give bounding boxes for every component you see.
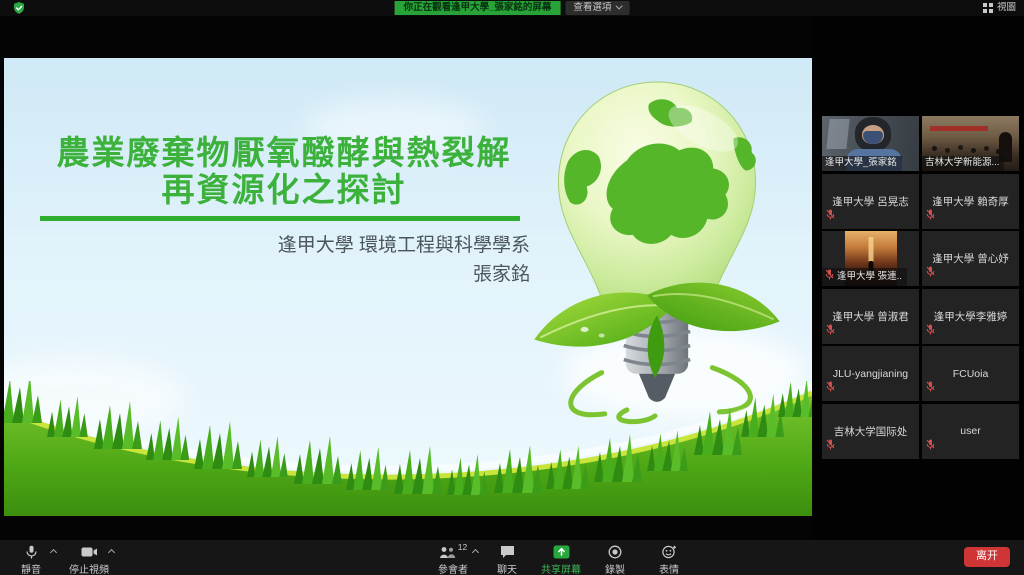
mute-button[interactable]: 靜音 — [10, 544, 52, 575]
meeting-toolbar: 靜音 停止視頻 12 參會者 — [0, 540, 1024, 575]
shared-screen-area: 農業廢棄物厭氧醱酵與熱裂解 再資源化之探討 逢甲大學 環境工程與科學學系 張家銘 — [0, 16, 813, 540]
participant-tile[interactable]: 吉林大学国际处 — [822, 404, 919, 459]
mute-label: 靜音 — [21, 561, 41, 575]
participant-name-label: FCUoia — [922, 346, 1019, 401]
screen-watch-banner-group: 你正在觀看逢甲大學_張家銘的屏幕 查看選項 — [395, 1, 630, 15]
camera-icon — [81, 544, 98, 560]
video-options-caret[interactable] — [108, 549, 115, 556]
participants-label: 參會者 — [438, 561, 468, 575]
stop-video-label: 停止視頻 — [69, 561, 109, 575]
view-options-button[interactable]: 查看選項 — [565, 1, 629, 15]
top-bar: 你正在觀看逢甲大學_張家銘的屏幕 查看選項 視圖 — [0, 0, 1024, 16]
participant-tile[interactable]: 逢甲大學李雅婷 — [922, 289, 1019, 344]
slide-title-line1: 農業廢棄物厭氧醱酵與熱裂解 — [22, 134, 546, 171]
muted-microphone-icon — [826, 437, 835, 455]
participant-tile[interactable]: 逢甲大學 呂晃志 — [822, 174, 919, 229]
share-screen-button[interactable]: 共享屏幕 — [540, 544, 582, 575]
participant-tile[interactable]: 逢甲大學 曾心妤 — [922, 231, 1019, 286]
grid-view-icon — [983, 3, 993, 13]
participant-tile[interactable]: 逢甲大學 曾淑君 — [822, 289, 919, 344]
muted-microphone-icon — [826, 322, 835, 340]
view-button[interactable]: 視圖 — [983, 1, 1016, 14]
participant-grid: 逢甲大學_張家銘 吉林大学新能源... 逢甲大學 呂晃志 逢甲大學 賴奇厚 — [822, 116, 1019, 459]
participants-icon: 12 — [439, 544, 467, 560]
participant-name-label: 吉林大学国际处 — [822, 404, 919, 459]
reactions-button[interactable]: 表情 — [648, 544, 690, 575]
participant-tile[interactable]: user — [922, 404, 1019, 459]
participant-tile-avatar[interactable]: 逢甲大學 張連.. — [822, 231, 919, 286]
chat-label: 聊天 — [497, 561, 517, 575]
mic-options-caret[interactable] — [50, 549, 57, 556]
muted-microphone-icon — [926, 379, 935, 397]
slide-subtitle-line2: 張家銘 — [278, 261, 530, 290]
muted-microphone-icon — [926, 264, 935, 282]
participant-name-label: 逢甲大學 呂晃志 — [822, 174, 919, 229]
title-underline — [40, 216, 520, 221]
slide-title: 農業廢棄物厭氧醱酵與熱裂解 再資源化之探討 — [22, 134, 546, 209]
security-shield-icon[interactable] — [12, 1, 26, 15]
banner-text: 你正在觀看逢甲大學_張家銘的屏幕 — [404, 2, 552, 13]
reactions-label: 表情 — [659, 561, 679, 575]
participant-tile-video[interactable]: 逢甲大學_張家銘 — [822, 116, 919, 171]
participant-tile[interactable]: 逢甲大學 賴奇厚 — [922, 174, 1019, 229]
participant-name-label: JLU-yangjianing — [822, 346, 919, 401]
muted-microphone-icon — [926, 437, 935, 455]
participant-name-label: 逢甲大學 曾心妤 — [922, 231, 1019, 286]
participant-name-label: 逢甲大學_張家銘 — [822, 156, 902, 171]
view-options-label: 查看選項 — [573, 2, 611, 13]
chat-button[interactable]: 聊天 — [486, 544, 528, 575]
muted-microphone-icon — [826, 207, 835, 225]
presentation-slide: 農業廢棄物厭氧醱酵與熱裂解 再資源化之探討 逢甲大學 環境工程與科學學系 張家銘 — [4, 58, 812, 516]
participant-name-label: user — [922, 404, 1019, 459]
screen-watch-banner: 你正在觀看逢甲大學_張家銘的屏幕 — [395, 1, 561, 15]
participant-name-label: 逢甲大學 張連.. — [822, 268, 907, 286]
slide-subtitle-line1: 逢甲大學 環境工程與科學學系 — [278, 232, 530, 261]
participant-tile[interactable]: FCUoia — [922, 346, 1019, 401]
slide-subtitle: 逢甲大學 環境工程與科學學系 張家銘 — [278, 232, 530, 289]
reactions-icon — [662, 544, 677, 560]
earth-bulb-illustration — [506, 76, 808, 428]
participant-name-label: 吉林大学新能源... — [922, 156, 1004, 171]
slide-title-line2: 再資源化之探討 — [22, 171, 546, 208]
share-screen-icon — [553, 544, 570, 560]
muted-microphone-icon — [826, 379, 835, 397]
participant-name-label: 逢甲大學 曾淑君 — [822, 289, 919, 344]
participant-tile[interactable]: JLU-yangjianing — [822, 346, 919, 401]
microphone-icon — [25, 544, 38, 560]
record-label: 錄製 — [605, 561, 625, 575]
participants-caret[interactable] — [472, 549, 479, 556]
leave-meeting-button[interactable]: 离开 — [964, 547, 1010, 567]
participant-name-label: 逢甲大學 賴奇厚 — [922, 174, 1019, 229]
muted-microphone-icon — [926, 207, 935, 225]
share-screen-label: 共享屏幕 — [541, 561, 581, 575]
grass-footer-illustration — [4, 381, 812, 516]
record-button[interactable]: 錄製 — [594, 544, 636, 575]
zoom-meeting-window: 你正在觀看逢甲大學_張家銘的屏幕 查看選項 視圖 — [0, 0, 1024, 575]
participants-strip: 逢甲大學_張家銘 吉林大学新能源... 逢甲大學 呂晃志 逢甲大學 賴奇厚 — [813, 16, 1024, 540]
participant-name-label: 逢甲大學李雅婷 — [922, 289, 1019, 344]
chevron-down-icon — [615, 3, 622, 10]
view-label: 視圖 — [997, 1, 1016, 14]
chat-icon — [500, 544, 515, 560]
muted-microphone-icon — [825, 269, 834, 284]
stop-video-button[interactable]: 停止視頻 — [68, 544, 110, 575]
muted-microphone-icon — [926, 322, 935, 340]
participant-tile-video[interactable]: 吉林大学新能源... — [922, 116, 1019, 171]
record-icon — [608, 544, 622, 560]
participants-button[interactable]: 12 參會者 — [432, 544, 474, 575]
participants-count: 12 — [458, 542, 467, 552]
